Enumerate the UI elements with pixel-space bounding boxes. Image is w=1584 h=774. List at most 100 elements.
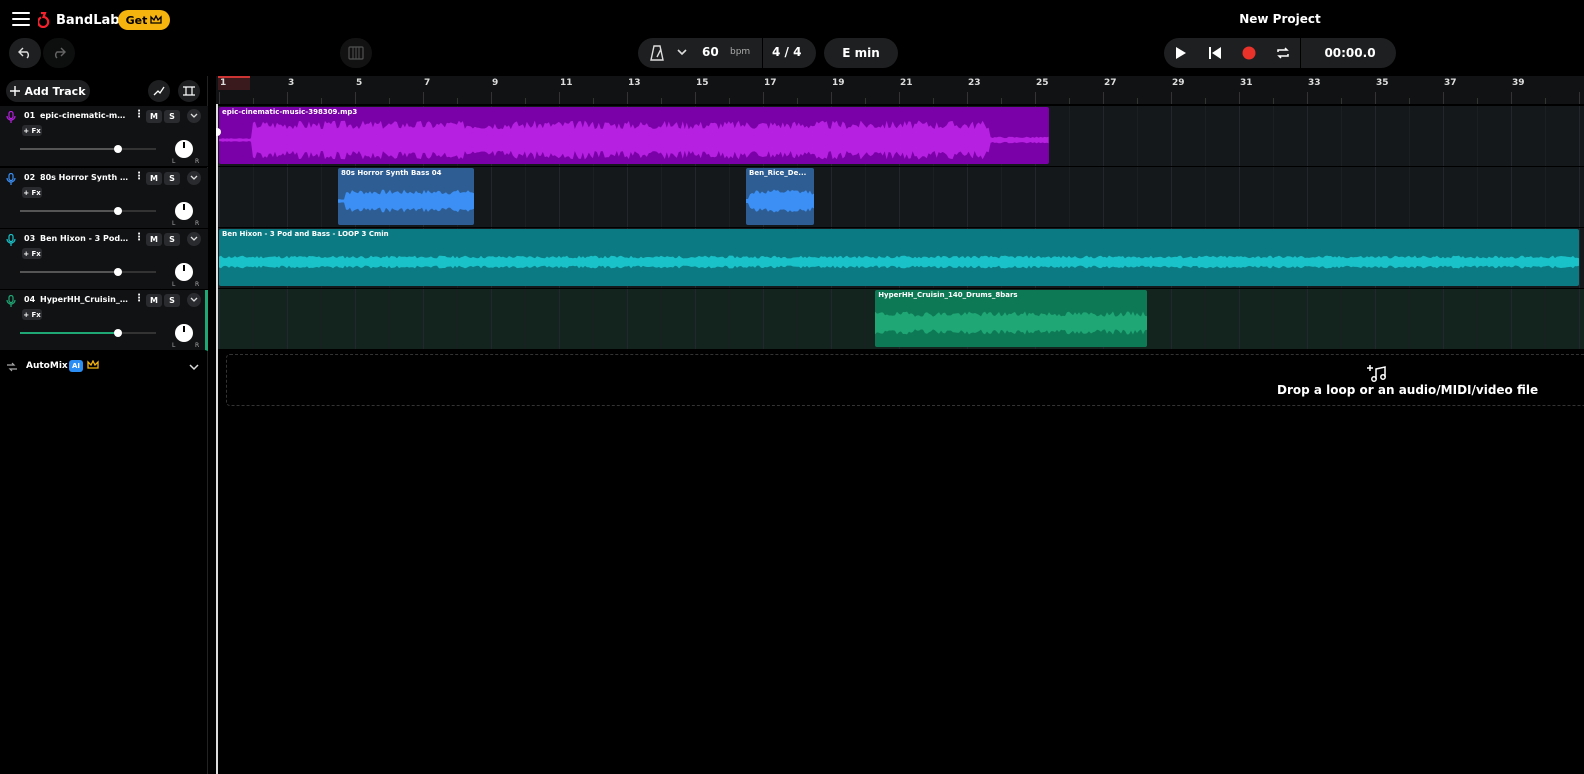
track-name[interactable]: 80s Horror Synth B... xyxy=(40,173,130,182)
pan-left-label: L xyxy=(172,158,176,165)
volume-slider-handle[interactable] xyxy=(114,329,122,337)
bandlab-logo[interactable]: BandLab xyxy=(38,10,120,30)
volume-slider-rest[interactable] xyxy=(118,271,156,273)
volume-slider-track[interactable] xyxy=(20,271,118,273)
track-header[interactable]: 03 Ben Hixon - 3 Pod ... ⋮ M S + Fx L R xyxy=(0,229,208,290)
pan-knob[interactable] xyxy=(175,202,193,220)
project-title[interactable]: New Project xyxy=(1200,12,1360,26)
mute-button[interactable]: M xyxy=(146,172,162,185)
ruler-tick xyxy=(899,92,900,104)
more-options-icon[interactable]: ⋮ xyxy=(134,232,144,243)
volume-slider-rest[interactable] xyxy=(118,148,156,150)
more-options-icon[interactable]: ⋮ xyxy=(134,293,144,304)
mixer-button[interactable] xyxy=(178,80,200,102)
volume-slider-rest[interactable] xyxy=(118,332,156,334)
waveform xyxy=(219,120,1049,160)
audio-clip[interactable]: 80s Horror Synth Bass 04 xyxy=(338,168,474,225)
add-effects-button[interactable]: + Fx xyxy=(22,309,42,320)
track-lane[interactable]: 80s Horror Synth Bass 04 Ben_Rice_De... xyxy=(216,167,1584,228)
audio-clip[interactable]: Ben_Rice_De... xyxy=(746,168,814,225)
track-lane[interactable]: HyperHH_Cruisin_140_Drums_8bars xyxy=(216,289,1584,350)
record-button[interactable] xyxy=(1232,38,1266,68)
grid-line xyxy=(1273,167,1274,227)
volume-slider-track[interactable] xyxy=(20,148,118,150)
volume-slider-handle[interactable] xyxy=(114,268,122,276)
ruler-tick xyxy=(525,98,526,104)
solo-button[interactable]: S xyxy=(164,233,180,246)
add-effects-button[interactable]: + Fx xyxy=(22,248,42,259)
ruler-tick xyxy=(1341,98,1342,104)
rewind-button[interactable] xyxy=(1198,38,1232,68)
menu-icon[interactable] xyxy=(12,10,30,28)
track-expand-button[interactable] xyxy=(187,171,201,185)
chevron-down-icon[interactable] xyxy=(676,46,688,58)
track-header[interactable]: 02 80s Horror Synth B... ⋮ M S + Fx L R xyxy=(0,168,208,229)
drop-zone[interactable]: Drop a loop or an audio/MIDI/video file xyxy=(226,354,1584,406)
solo-button[interactable]: S xyxy=(164,294,180,307)
track-expand-button[interactable] xyxy=(187,109,201,123)
automation-button[interactable] xyxy=(148,80,170,102)
pan-knob[interactable] xyxy=(175,263,193,281)
mute-button[interactable]: M xyxy=(146,294,162,307)
track-name[interactable]: epic-cinematic-mu... xyxy=(40,111,130,120)
track-number: 02 xyxy=(24,173,36,182)
track-expand-button[interactable] xyxy=(187,293,201,307)
solo-button[interactable]: S xyxy=(164,110,180,123)
timeline[interactable]: 1 3 5 7 9 11 13 15 17 19 21 23 25 27 29 31 33 35 37 39 epic… xyxy=(216,76,1584,774)
add-effects-button[interactable]: + Fx xyxy=(22,187,42,198)
grid-line xyxy=(1375,289,1376,349)
metronome-icon[interactable] xyxy=(650,45,664,61)
grid-line xyxy=(1477,289,1478,349)
track-lane[interactable]: epic-cinematic-music-398309.mp3 xyxy=(216,106,1584,167)
bar-number: 27 xyxy=(1104,78,1117,88)
track-header[interactable]: 04 HyperHH_Cruisin_1... ⋮ M S + Fx L R xyxy=(0,290,208,351)
track-lane[interactable]: Ben Hixon - 3 Pod and Bass - LOOP 3 Cmin xyxy=(216,228,1584,289)
automix-row[interactable]: AutoMix AI xyxy=(0,355,208,379)
time-signature[interactable]: 4 / 4 xyxy=(772,45,801,59)
grid-line xyxy=(1579,289,1580,349)
audio-clip[interactable]: epic-cinematic-music-398309.mp3 xyxy=(219,107,1049,164)
add-effects-button[interactable]: + Fx xyxy=(22,125,42,136)
ruler-tick xyxy=(967,92,968,104)
play-button[interactable] xyxy=(1164,38,1198,68)
chevron-down-icon[interactable] xyxy=(188,362,200,372)
bar-number: 11 xyxy=(560,78,573,88)
more-options-icon[interactable]: ⋮ xyxy=(134,171,144,182)
grid-line xyxy=(253,167,254,227)
playhead[interactable] xyxy=(216,104,221,774)
bpm-value[interactable]: 60 xyxy=(702,45,719,59)
mute-button[interactable]: M xyxy=(146,110,162,123)
more-options-icon[interactable]: ⋮ xyxy=(134,109,144,120)
time-display: 00:00.0 xyxy=(1324,46,1376,60)
mute-button[interactable]: M xyxy=(146,233,162,246)
grid-line xyxy=(1239,167,1240,227)
track-header[interactable]: 01 epic-cinematic-mu... ⋮ M S + Fx L R xyxy=(0,106,208,167)
loop-button[interactable] xyxy=(1266,38,1300,68)
track-name[interactable]: Ben Hixon - 3 Pod ... xyxy=(40,234,130,243)
track-expand-button[interactable] xyxy=(187,232,201,246)
pan-knob[interactable] xyxy=(175,140,193,158)
volume-slider-handle[interactable] xyxy=(114,145,122,153)
ruler-tick xyxy=(1103,92,1104,104)
grid-line xyxy=(1341,106,1342,166)
key-selector[interactable]: E min xyxy=(824,38,898,68)
solo-button[interactable]: S xyxy=(164,172,180,185)
add-track-button[interactable]: Add Track xyxy=(6,80,90,102)
get-membership-button[interactable]: Get xyxy=(118,10,170,30)
pan-knob[interactable] xyxy=(175,324,193,342)
grid-line xyxy=(1137,106,1138,166)
track-number: 04 xyxy=(24,295,36,304)
ruler-tick xyxy=(1375,92,1376,104)
audio-clip[interactable]: HyperHH_Cruisin_140_Drums_8bars xyxy=(875,290,1148,347)
ruler-tick xyxy=(1239,92,1240,104)
volume-slider-rest[interactable] xyxy=(118,210,156,212)
volume-slider-handle[interactable] xyxy=(114,207,122,215)
redo-button[interactable] xyxy=(43,38,75,68)
keyboard-button[interactable] xyxy=(340,38,372,68)
volume-slider-track[interactable] xyxy=(20,332,118,334)
bar-ruler[interactable]: 1 3 5 7 9 11 13 15 17 19 21 23 25 27 29 31 33 35 37 39 xyxy=(216,76,1584,104)
audio-clip[interactable]: Ben Hixon - 3 Pod and Bass - LOOP 3 Cmin xyxy=(219,229,1579,286)
undo-button[interactable] xyxy=(9,38,41,68)
track-name[interactable]: HyperHH_Cruisin_1... xyxy=(40,295,130,304)
volume-slider-track[interactable] xyxy=(20,210,118,212)
